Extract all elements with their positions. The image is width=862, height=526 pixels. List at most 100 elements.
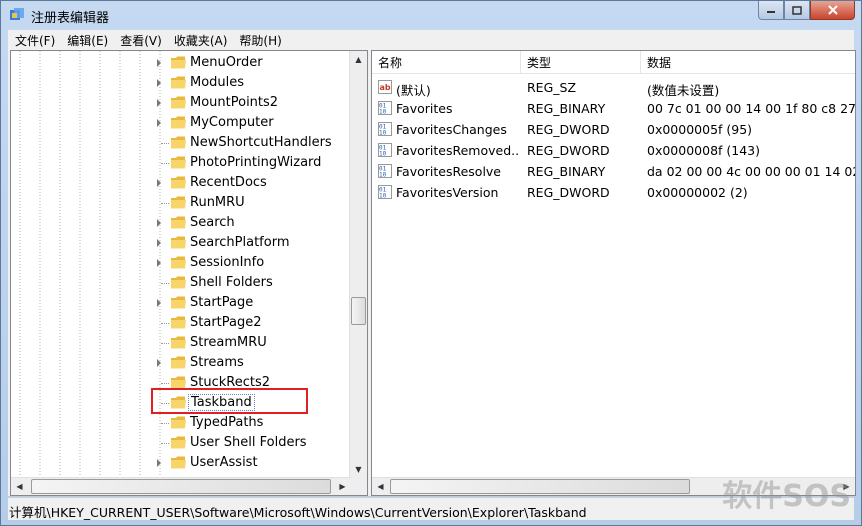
folder-icon: [171, 436, 186, 449]
string-value-icon: ab: [378, 80, 392, 94]
scroll-right-icon[interactable]: ▶: [334, 478, 351, 495]
expand-arrow-icon[interactable]: [157, 99, 161, 107]
value-row[interactable]: 01 10 FavoritesRemoved... REG_DWORD 0x000000…: [372, 140, 855, 161]
tree-item-label: MyComputer: [190, 115, 274, 130]
value-row[interactable]: 01 10 FavoritesResolve REG_BINARY da 02 00 0…: [372, 161, 855, 182]
tree-vertical-scrollbar[interactable]: ▲ ▼: [349, 51, 367, 478]
tree-item-label: User Shell Folders: [190, 435, 307, 450]
tree-item-label: RecentDocs: [190, 175, 267, 190]
regedit-window: 注册表编辑器 文件(F) 编辑(E) 查看(V) 收藏夹(A) 帮助(H) Me…: [0, 0, 862, 526]
tree-item[interactable]: TypedPaths: [11, 413, 351, 433]
expand-arrow-icon[interactable]: [157, 239, 161, 247]
regedit-app-icon: [10, 8, 24, 20]
tree-connector: [161, 143, 169, 144]
tree-hscroll-thumb[interactable]: [31, 479, 331, 494]
value-row[interactable]: 01 10 Favorites REG_BINARY 00 7c 01 00 00 14…: [372, 98, 856, 119]
expand-arrow-icon[interactable]: [157, 179, 161, 187]
column-header-type[interactable]: 类型: [521, 51, 641, 74]
scroll-left-icon[interactable]: ◀: [372, 478, 389, 495]
tree-item[interactable]: MyComputer: [11, 113, 351, 133]
svg-text:10: 10: [379, 151, 387, 158]
value-data: da 02 00 00 4c 00 00 00 01 14 02 00: [647, 164, 855, 179]
tree-item-label: MountPoints2: [190, 95, 279, 110]
value-type: REG_DWORD: [527, 143, 610, 158]
tree-item[interactable]: User Shell Folders: [11, 433, 351, 453]
menu-help[interactable]: 帮助(H): [234, 32, 286, 49]
menu-file[interactable]: 文件(F): [10, 32, 60, 49]
status-path: 计算机\HKEY_CURRENT_USER\Software\Microsoft…: [9, 505, 587, 520]
maximize-button[interactable]: [784, 1, 810, 20]
tree-item[interactable]: StartPage: [11, 293, 351, 313]
tree-item[interactable]: SearchPlatform: [11, 233, 351, 253]
tree-item[interactable]: Streams: [11, 353, 351, 373]
value-type: REG_BINARY: [527, 164, 606, 179]
folder-icon: [171, 136, 186, 149]
scroll-up-icon[interactable]: ▲: [350, 51, 367, 68]
expand-arrow-icon[interactable]: [157, 59, 161, 67]
tree-item[interactable]: Shell Folders: [11, 273, 351, 293]
scroll-corner: [350, 478, 367, 495]
tree-item[interactable]: StartPage2: [11, 313, 351, 333]
folder-icon: [171, 256, 186, 269]
folder-icon: [171, 96, 186, 109]
binary-value-icon: 0110: [378, 164, 392, 178]
tree-item[interactable]: RecentDocs: [11, 173, 351, 193]
value-row[interactable]: 01 10 FavoritesChanges REG_DWORD 0x0000005f …: [372, 119, 855, 140]
taskband-highlight-box: [151, 388, 308, 414]
value-type: REG_DWORD: [527, 185, 610, 200]
expand-arrow-icon[interactable]: [157, 299, 161, 307]
watermark: 软件SOS: [722, 479, 851, 514]
value-data: 00 7c 01 00 00 14 00 1f 80 c8 27 34: [647, 101, 856, 116]
svg-text:10: 10: [379, 193, 387, 200]
value-row[interactable]: 01 10 FavoritesVersion REG_DWORD 0x00000002 …: [372, 182, 855, 203]
value-name: FavoritesRemoved...: [396, 143, 518, 158]
expand-arrow-icon[interactable]: [157, 79, 161, 87]
tree-item-label: MenuOrder: [190, 55, 263, 70]
tree-item[interactable]: NewShortcutHandlers: [11, 133, 351, 153]
menu-favorites[interactable]: 收藏夹(A): [169, 32, 233, 49]
values-pane[interactable]: 名称 类型 数据 ab (默认) REG_SZ (数值未设置) 01 10 Favorite…: [371, 50, 856, 496]
expand-arrow-icon[interactable]: [157, 459, 161, 467]
menu-view[interactable]: 查看(V): [115, 32, 167, 49]
main-content: MenuOrder Modules MountPoints2 MyComputer Ne…: [8, 50, 856, 496]
title-bar[interactable]: 注册表编辑器: [1, 1, 861, 30]
key-tree-pane[interactable]: MenuOrder Modules MountPoints2 MyComputer Ne…: [10, 50, 368, 496]
tree-horizontal-scrollbar[interactable]: ◀ ▶: [11, 477, 351, 495]
tree-item[interactable]: MountPoints2: [11, 93, 351, 113]
folder-icon: [171, 456, 186, 469]
column-header-name[interactable]: 名称: [372, 51, 521, 74]
tree-scroll-thumb[interactable]: [351, 297, 366, 325]
tree-item-label: SearchPlatform: [190, 235, 290, 250]
svg-text:10: 10: [379, 130, 387, 137]
folder-icon: [171, 196, 186, 209]
tree-item[interactable]: PhotoPrintingWizard: [11, 153, 351, 173]
tree-item[interactable]: UserAssist: [11, 453, 351, 473]
menu-edit[interactable]: 编辑(E): [62, 32, 113, 49]
value-name: FavoritesChanges: [396, 122, 507, 137]
tree-item[interactable]: MenuOrder: [11, 53, 351, 73]
column-header-data[interactable]: 数据: [641, 51, 855, 74]
svg-text:10: 10: [379, 109, 387, 116]
value-row[interactable]: ab (默认) REG_SZ (数值未设置): [372, 77, 855, 98]
minimize-button[interactable]: [758, 1, 784, 20]
expand-arrow-icon[interactable]: [157, 119, 161, 127]
close-button[interactable]: [810, 1, 855, 20]
tree-item-label: NewShortcutHandlers: [190, 135, 332, 150]
expand-arrow-icon[interactable]: [157, 259, 161, 267]
folder-icon: [171, 56, 186, 69]
expand-arrow-icon[interactable]: [157, 219, 161, 227]
folder-icon: [171, 356, 186, 369]
tree-item[interactable]: StreamMRU: [11, 333, 351, 353]
binary-value-icon: 0110: [378, 101, 392, 115]
tree-item-label: SessionInfo: [190, 255, 265, 270]
tree-item[interactable]: Modules: [11, 73, 351, 93]
tree-item[interactable]: SessionInfo: [11, 253, 351, 273]
tree-item[interactable]: Search: [11, 213, 351, 233]
values-hscroll-thumb[interactable]: [390, 479, 690, 494]
tree-connector: [161, 443, 169, 444]
expand-arrow-icon[interactable]: [157, 359, 161, 367]
tree-item[interactable]: RunMRU: [11, 193, 351, 213]
value-type: REG_BINARY: [527, 101, 606, 116]
scroll-down-icon[interactable]: ▼: [350, 461, 367, 478]
scroll-left-icon[interactable]: ◀: [11, 478, 28, 495]
